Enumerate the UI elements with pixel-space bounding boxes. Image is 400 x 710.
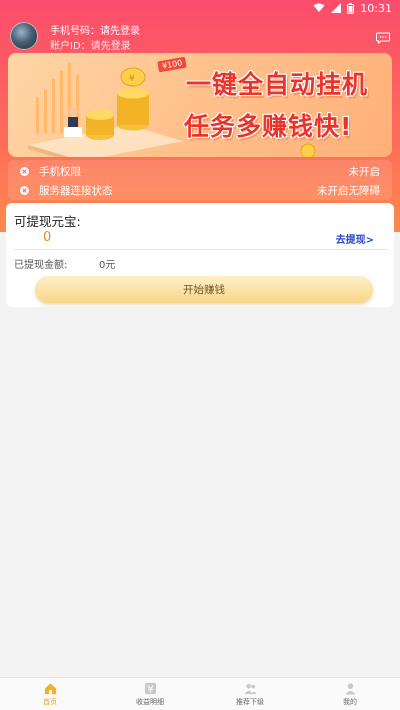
promo-banner[interactable]: ¥ ¥100 一键全自动挂机 任务多赚钱快! xyxy=(8,53,392,157)
withdraw-link[interactable]: 去提现> xyxy=(336,231,374,246)
status-label: 服务器连接状态 xyxy=(39,184,113,197)
nav-label: 首页 xyxy=(43,698,57,706)
message-icon[interactable] xyxy=(375,29,391,45)
close-circle-icon xyxy=(20,185,29,195)
home-icon xyxy=(44,683,56,695)
profile-icon xyxy=(344,683,356,695)
nav-item-home[interactable]: 首页 xyxy=(0,678,100,710)
divider xyxy=(14,249,388,250)
battery-icon xyxy=(347,2,355,14)
withdrawable-title: 可提现元宝: xyxy=(14,214,81,229)
status-label: 手机权限 xyxy=(39,165,81,178)
withdrawable-amount: 0 xyxy=(43,230,52,245)
banner-headline: 一键全自动挂机 xyxy=(186,70,369,99)
nav-label: 我的 xyxy=(343,698,357,706)
withdrawn-value: 0元 xyxy=(99,260,116,271)
withdraw-card: 可提现元宝: 0 去提现> 已提现金额: 0元 开始赚钱 xyxy=(6,203,394,307)
bottom-nav: 首页 收益明细 推荐下级 我的 xyxy=(0,677,400,710)
status-row-phone-permission[interactable]: 手机权限 未开启 xyxy=(8,161,392,181)
nav-label: 推荐下级 xyxy=(236,698,264,706)
referral-icon xyxy=(243,683,257,695)
status-value: 未开启无障碍 xyxy=(317,184,380,197)
close-circle-icon xyxy=(20,166,29,176)
signal-icon xyxy=(331,3,342,13)
income-icon xyxy=(144,682,156,695)
withdrawn-label: 已提现金额: xyxy=(14,260,68,271)
status-time: 10:31 xyxy=(360,1,392,15)
wifi-icon xyxy=(313,3,325,13)
nav-item-profile[interactable]: 我的 xyxy=(300,678,400,710)
status-bar: 10:31 xyxy=(0,0,400,16)
avatar[interactable] xyxy=(10,22,38,50)
svg-text:¥: ¥ xyxy=(129,74,135,84)
nav-item-income[interactable]: 收益明细 xyxy=(100,678,200,710)
banner-subheadline: 任务多赚钱快! xyxy=(184,112,353,141)
nav-item-referral[interactable]: 推荐下级 xyxy=(200,678,300,710)
status-row-server-connection[interactable]: 服务器连接状态 未开启无障碍 xyxy=(8,180,392,200)
phone-number-line: 手机号码：请先登录 xyxy=(50,26,140,37)
status-value: 未开启 xyxy=(348,165,381,178)
account-header: 手机号码：请先登录 账户ID：请先登录 xyxy=(0,18,400,52)
status-panel: 手机权限 未开启 服务器连接状态 未开启无障碍 xyxy=(8,160,392,200)
start-earning-button[interactable]: 开始赚钱 xyxy=(35,276,373,303)
account-id-line: 账户ID：请先登录 xyxy=(50,41,131,52)
nav-label: 收益明细 xyxy=(136,698,164,706)
